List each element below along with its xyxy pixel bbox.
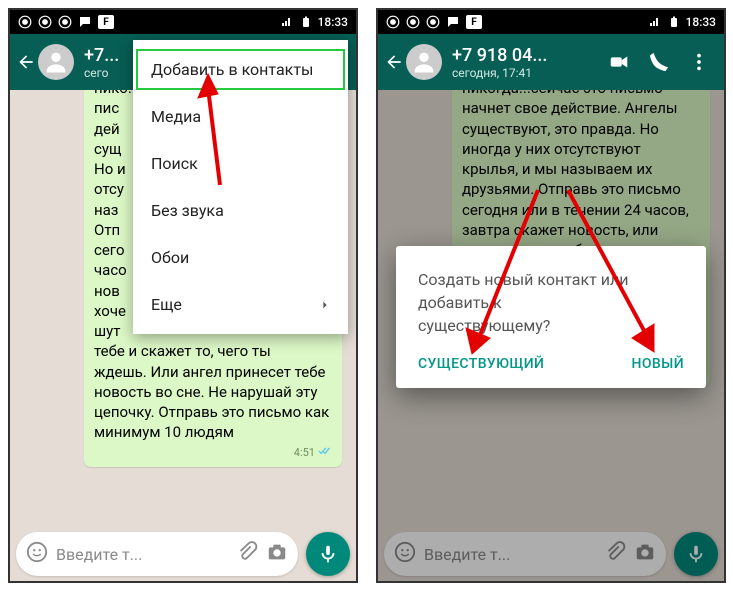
- avatar[interactable]: [38, 44, 74, 80]
- notif-icon: [406, 15, 420, 29]
- double-check-icon: [318, 445, 332, 462]
- message-time: 4:51: [294, 446, 315, 461]
- phone-screenshot-left: F 18:33 +7... сего нико... пис дей сущ Н…: [8, 8, 358, 583]
- phone-call-icon[interactable]: [648, 51, 670, 73]
- add-contact-dialog: Создать новый контакт или добавить к сущ…: [396, 246, 706, 388]
- emoji-icon[interactable]: [26, 541, 48, 567]
- menu-media[interactable]: Медиа: [133, 93, 348, 140]
- menu-mute[interactable]: Без звука: [133, 187, 348, 234]
- notif-icon: [426, 15, 440, 29]
- signal-icon: [280, 15, 294, 29]
- contact-name: +7 918 04...: [452, 45, 608, 66]
- notif-icon: [386, 15, 400, 29]
- battery-icon: [667, 15, 681, 29]
- mic-button[interactable]: [306, 532, 350, 576]
- font-icon: F: [466, 15, 482, 29]
- back-icon[interactable]: [16, 52, 36, 72]
- options-menu: Добавить в контакты Медиа Поиск Без звук…: [133, 40, 348, 334]
- chat-title-block[interactable]: +7 918 04... сегодня, 17:41: [452, 45, 608, 80]
- menu-add-to-contacts[interactable]: Добавить в контакты: [133, 46, 348, 93]
- font-icon: F: [98, 15, 114, 29]
- chat-notif-icon: [78, 15, 92, 29]
- camera-icon[interactable]: [266, 541, 288, 567]
- battery-icon: [299, 15, 313, 29]
- status-bar: F 18:33: [378, 10, 724, 34]
- menu-more[interactable]: Еще: [133, 281, 348, 328]
- notif-icon: [58, 15, 72, 29]
- video-call-icon[interactable]: [608, 51, 630, 73]
- attach-icon[interactable]: [236, 541, 258, 567]
- phone-screenshot-right: F 18:33 +7 918 04... сегодня, 17:41 нико…: [376, 8, 726, 583]
- notif-icon: [38, 15, 52, 29]
- menu-wallpaper[interactable]: Обои: [133, 234, 348, 281]
- existing-button[interactable]: СУЩЕСТВУЮЩИЙ: [418, 356, 544, 372]
- avatar[interactable]: [406, 44, 442, 80]
- menu-search[interactable]: Поиск: [133, 140, 348, 187]
- input-bar: Введите т...: [10, 527, 356, 581]
- signal-icon: [648, 15, 662, 29]
- status-time: 18:33: [686, 15, 716, 29]
- message-placeholder: Введите т...: [56, 545, 228, 564]
- dialog-message: Создать новый контакт или добавить к сущ…: [418, 268, 684, 338]
- chat-header: +7 918 04... сегодня, 17:41: [378, 34, 724, 90]
- chat-notif-icon: [446, 15, 460, 29]
- chevron-right-icon: [320, 295, 330, 314]
- more-icon[interactable]: [688, 51, 710, 73]
- message-input[interactable]: Введите т...: [16, 532, 298, 576]
- back-icon[interactable]: [384, 52, 404, 72]
- status-time: 18:33: [318, 15, 348, 29]
- notif-icon: [18, 15, 32, 29]
- status-bar: F 18:33: [10, 10, 356, 34]
- last-seen: сегодня, 17:41: [452, 66, 608, 80]
- new-button[interactable]: НОВЫЙ: [632, 356, 684, 372]
